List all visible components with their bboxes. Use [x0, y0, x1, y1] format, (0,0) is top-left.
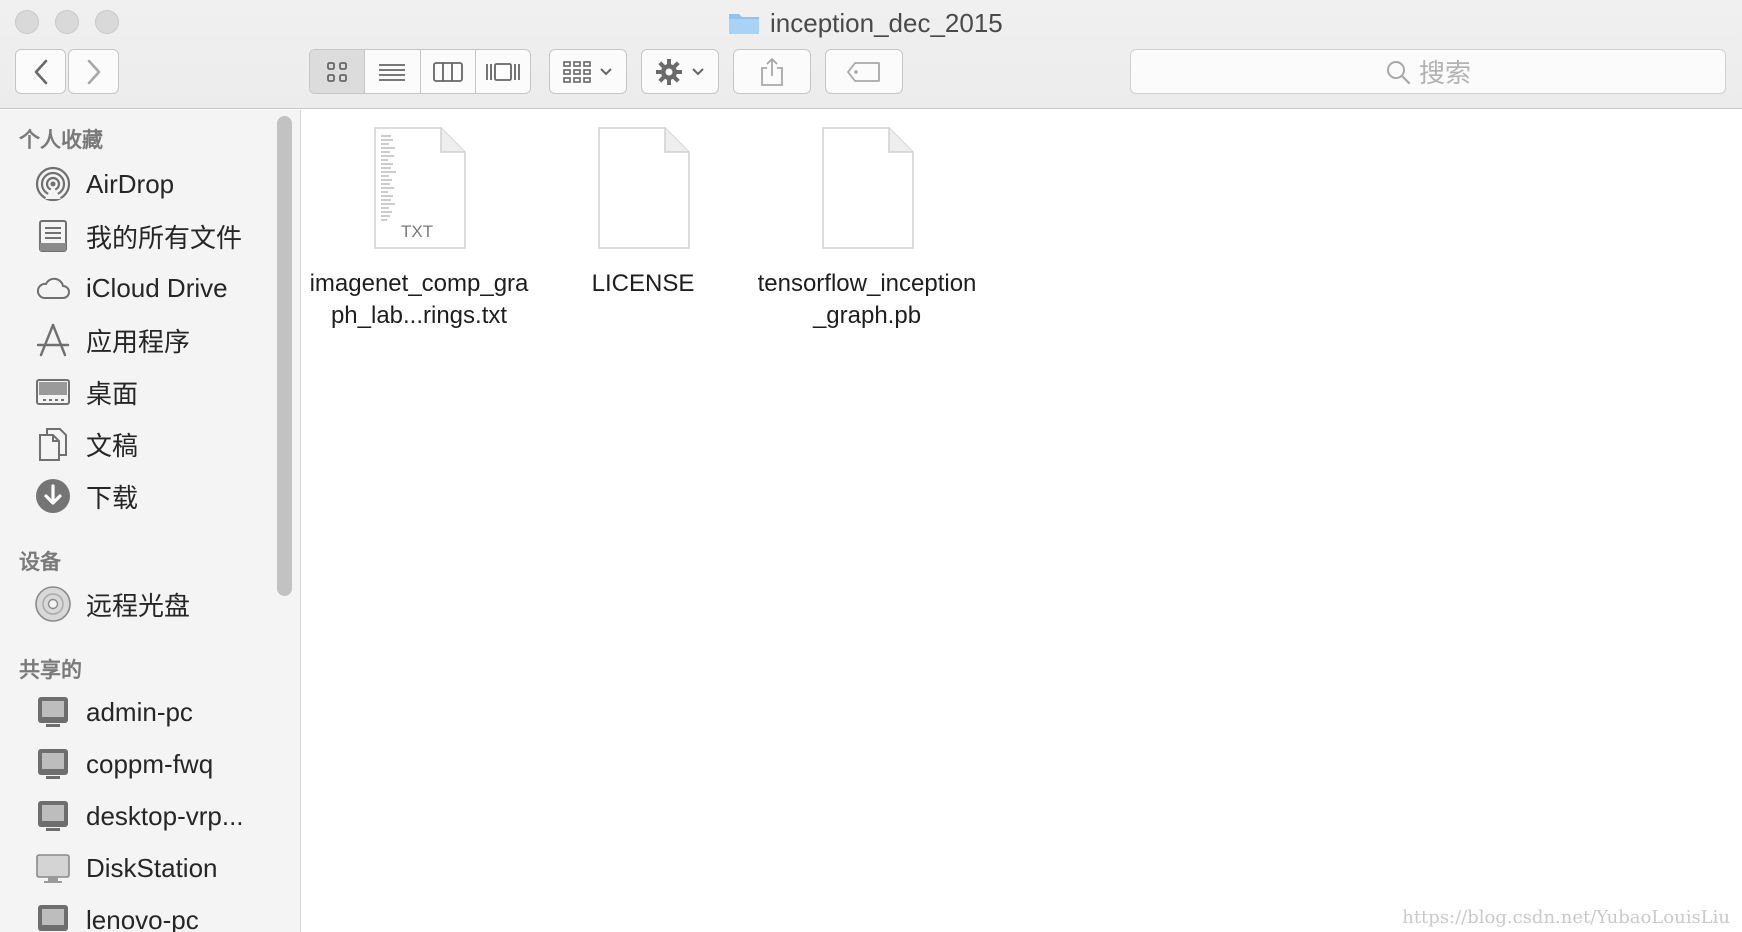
- file-name: imagenet_comp_graph_lab...rings.txt: [309, 270, 529, 329]
- documents-icon: [34, 425, 72, 463]
- icon-view-button[interactable]: [310, 50, 366, 93]
- search-placeholder: 搜索: [1418, 58, 1471, 88]
- sidebar-scrollbar[interactable]: [277, 116, 292, 596]
- group-by-icon: [563, 60, 591, 83]
- file-browser: TXT imagenet_comp_graph_lab...rings.txt …: [302, 110, 1742, 932]
- sidebar-item-coppm-fwq[interactable]: coppm-fwq: [34, 744, 213, 784]
- sidebar-item-downloads[interactable]: 下载: [34, 476, 138, 516]
- view-mode-selector: [309, 49, 531, 94]
- cloud-icon: [34, 269, 72, 307]
- search-field[interactable]: 搜索: [1130, 49, 1726, 94]
- computer-icon: [34, 693, 72, 731]
- watermark: https://blog.csdn.net/YubaoLouisLiu: [1402, 907, 1730, 928]
- computer-icon: [34, 901, 72, 932]
- computer-icon: [34, 745, 72, 783]
- disc-icon: [34, 585, 72, 623]
- download-icon: [34, 477, 72, 515]
- share-button[interactable]: [733, 49, 811, 94]
- chevron-down-icon: [692, 67, 704, 75]
- list-view-button[interactable]: [365, 50, 421, 93]
- desktop-icon: [34, 373, 72, 411]
- sidebar-item-desktop[interactable]: 桌面: [34, 372, 138, 412]
- grid-icon: [327, 61, 348, 82]
- back-button[interactable]: [15, 49, 66, 94]
- zoom-window-button[interactable]: [95, 10, 119, 34]
- file-item[interactable]: tensorflow_inception_graph.pb: [752, 126, 982, 332]
- forward-button[interactable]: [68, 49, 119, 94]
- gear-icon: [656, 58, 682, 85]
- cover-flow-view-button[interactable]: [476, 50, 530, 93]
- airdrop-icon: [34, 165, 72, 203]
- favorites-heading: 个人收藏: [19, 129, 103, 152]
- sidebar-item-documents[interactable]: 文稿: [34, 424, 138, 464]
- blank-document-icon: [595, 126, 691, 250]
- sidebar-item-airdrop[interactable]: AirDrop: [34, 164, 174, 204]
- share-icon: [761, 57, 783, 86]
- sidebar: 个人收藏 AirDrop 我的所有文件 iCloud Drive 应用程序 桌面: [0, 110, 301, 932]
- file-type-badge: TXT: [401, 222, 434, 241]
- sidebar-item-diskstation[interactable]: DiskStation: [34, 848, 218, 888]
- search-icon: [1386, 60, 1411, 84]
- sidebar-item-lenovo-pc[interactable]: lenovo-pc: [34, 900, 199, 932]
- sidebar-item-desktop-vrp[interactable]: desktop-vrp...: [34, 796, 244, 836]
- sidebar-item-applications[interactable]: 应用程序: [34, 320, 190, 360]
- column-view-button[interactable]: [421, 50, 476, 93]
- minimize-window-button[interactable]: [55, 10, 79, 34]
- chevron-right-icon: [87, 59, 100, 84]
- sidebar-item-admin-pc[interactable]: admin-pc: [34, 692, 193, 732]
- server-icon: [34, 849, 72, 887]
- shared-heading: 共享的: [19, 659, 82, 682]
- blank-document-icon: [819, 126, 915, 250]
- chevron-left-icon: [34, 59, 47, 84]
- sidebar-item-icloud-drive[interactable]: iCloud Drive: [34, 268, 228, 308]
- computer-icon: [34, 797, 72, 835]
- file-name: tensorflow_inception_graph.pb: [757, 270, 977, 329]
- file-item[interactable]: TXT imagenet_comp_graph_lab...rings.txt: [304, 126, 534, 332]
- cover-flow-icon: [485, 62, 520, 81]
- all-files-icon: [34, 217, 72, 255]
- sidebar-item-remote-disc[interactable]: 远程光盘: [34, 584, 190, 624]
- arrange-menu-button[interactable]: [549, 49, 627, 94]
- applications-icon: [34, 321, 72, 359]
- close-window-button[interactable]: [15, 10, 39, 34]
- columns-icon: [432, 61, 463, 82]
- sidebar-item-all-my-files[interactable]: 我的所有文件: [34, 216, 242, 256]
- text-document-icon: TXT: [371, 126, 467, 250]
- tags-button[interactable]: [825, 49, 903, 94]
- list-icon: [379, 63, 406, 81]
- chevron-down-icon: [600, 67, 612, 75]
- window-toolbar: inception_dec_2015 搜索: [0, 0, 1742, 109]
- devices-heading: 设备: [19, 551, 61, 574]
- window-title: inception_dec_2015: [728, 6, 1003, 40]
- action-menu-button[interactable]: [641, 49, 719, 94]
- file-name: LICENSE: [591, 270, 695, 297]
- tag-icon: [847, 61, 880, 82]
- file-item[interactable]: LICENSE: [528, 126, 758, 300]
- folder-icon: [728, 11, 760, 35]
